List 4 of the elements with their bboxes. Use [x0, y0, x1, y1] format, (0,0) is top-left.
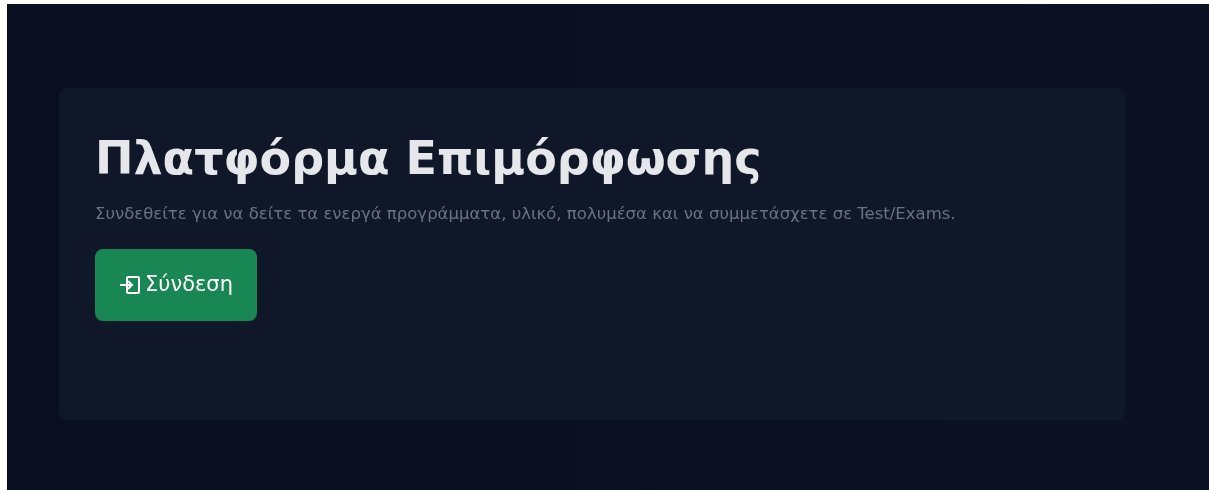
page-title: Πλατφόρμα Επιμόρφωσης: [95, 132, 763, 185]
login-button[interactable]: Σύνδεση: [95, 248, 257, 321]
subtitle: Συνδεθείτε για να δείτε τα ενεργά προγράμματα, υλικό, πολυμέσα και να συμμετάσχετε σε Test/Exams.: [95, 202, 957, 225]
login-icon: [119, 274, 141, 295]
